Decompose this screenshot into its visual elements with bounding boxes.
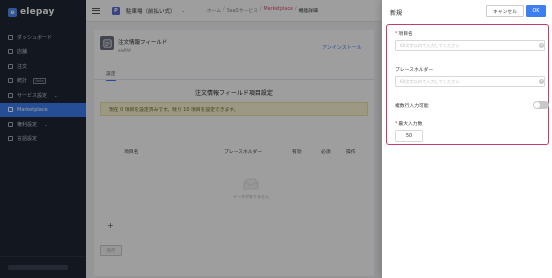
placeholder-input[interactable] (395, 76, 545, 87)
multiline-toggle[interactable] (533, 101, 549, 109)
field-name-label-text: 項目名 (398, 32, 413, 37)
placeholder-label-text: プレースホルダー (395, 68, 434, 73)
max-length-label-text: 最大入力数 (398, 122, 423, 127)
field-name-input[interactable] (395, 40, 545, 51)
drawer-title: 新規 (390, 10, 403, 17)
clear-input-icon[interactable]: × (539, 79, 544, 84)
new-field-drawer: 新規 キャンセル OK *項目名 × プレースホルダー × 複数行入力可能 *最… (382, 0, 552, 278)
clear-input-icon[interactable]: × (539, 43, 544, 48)
multiline-label-text: 複数行入力可能 (395, 104, 429, 109)
field-form: *項目名 × プレースホルダー × 複数行入力可能 *最大入力数 50 (386, 24, 549, 145)
ok-button[interactable]: OK (526, 5, 546, 17)
field-name-label: *項目名 (395, 30, 413, 37)
placeholder-label: プレースホルダー (395, 66, 433, 73)
toggle-knob (534, 102, 540, 108)
cancel-button[interactable]: キャンセル (486, 5, 524, 17)
max-length-label: *最大入力数 (395, 120, 422, 127)
modal-overlay[interactable] (0, 0, 382, 278)
multiline-label: 複数行入力可能 (395, 102, 429, 109)
max-length-input[interactable]: 50 (395, 130, 423, 142)
